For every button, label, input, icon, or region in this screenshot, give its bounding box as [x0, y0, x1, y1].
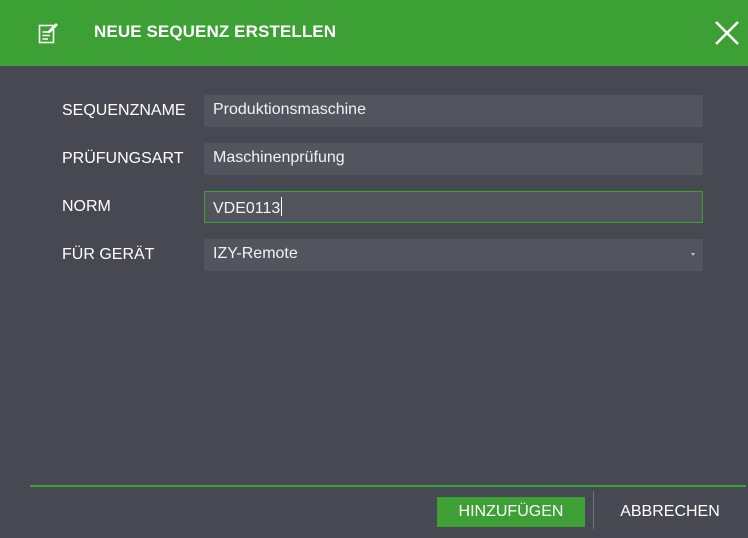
text-cursor — [281, 197, 283, 216]
norm-label: NORM — [62, 198, 111, 215]
test-type-input[interactable]: Maschinenprüfung — [204, 143, 703, 175]
norm-row: NORM VDE0113 — [62, 191, 703, 225]
cancel-button[interactable]: ABBRECHEN — [604, 497, 736, 527]
norm-input-value: VDE0113 — [213, 200, 281, 217]
device-label: FÜR GERÄT — [62, 246, 155, 263]
sequence-name-input[interactable]: Produktionsmaschine — [204, 95, 703, 127]
close-icon[interactable] — [708, 14, 746, 52]
dialog-title: NEUE SEQUENZ ERSTELLEN — [94, 22, 337, 41]
norm-input[interactable]: VDE0113 — [204, 191, 703, 223]
edit-document-icon — [36, 21, 60, 45]
new-sequence-dialog: NEUE SEQUENZ ERSTELLEN SEQUENZNAME Produ… — [0, 0, 748, 538]
sequence-name-label: SEQUENZNAME — [62, 102, 186, 119]
sequence-name-row: SEQUENZNAME Produktionsmaschine — [62, 95, 703, 129]
chevron-down-icon — [691, 253, 695, 256]
test-type-label: PRÜFUNGSART — [62, 150, 184, 167]
test-type-row: PRÜFUNGSART Maschinenprüfung — [62, 143, 703, 177]
device-select-value: IZY-Remote — [213, 245, 298, 262]
add-button[interactable]: HINZUFÜGEN — [437, 497, 585, 527]
dialog-title-bar: NEUE SEQUENZ ERSTELLEN — [0, 0, 748, 66]
device-row: FÜR GERÄT IZY-Remote — [62, 239, 703, 273]
button-separator — [593, 491, 594, 529]
footer-divider — [30, 485, 746, 487]
device-select[interactable]: IZY-Remote — [204, 239, 703, 271]
